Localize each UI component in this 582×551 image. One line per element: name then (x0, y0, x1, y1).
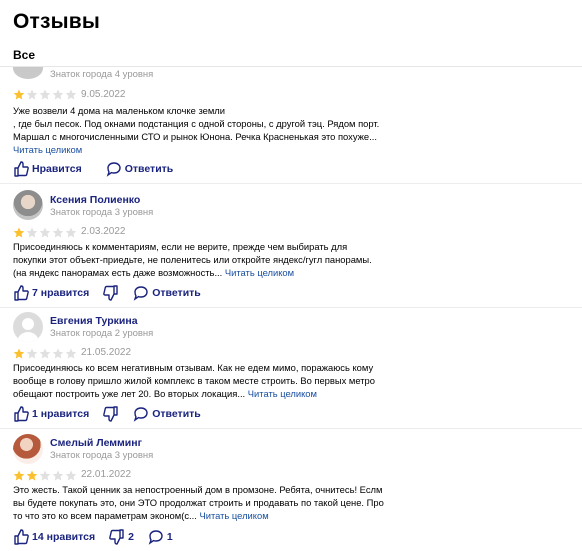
like-button[interactable]: Нравится (13, 161, 82, 177)
thumbs-up-icon (14, 161, 29, 177)
dislike-button[interactable] (103, 406, 119, 422)
star-empty-icon (65, 470, 77, 481)
tab-all[interactable]: Все (13, 48, 35, 62)
rating-stars (13, 470, 77, 481)
thumbs-down-icon (103, 406, 118, 422)
comment-icon (106, 162, 121, 177)
read-more-link[interactable]: Читать целиком (225, 267, 294, 278)
review-date: 9.05.2022 (81, 89, 126, 100)
avatar[interactable] (13, 434, 43, 464)
comment-icon (133, 286, 148, 301)
star-filled-icon (13, 348, 25, 359)
read-more-link[interactable]: Читать целиком (248, 388, 317, 399)
review-text: Это жесть. Такой ценник за непостроенный… (13, 484, 384, 521)
default-avatar-icon (17, 318, 39, 342)
like-label: 7 нравится (32, 287, 90, 299)
star-empty-icon (26, 348, 38, 359)
star-empty-icon (39, 348, 51, 359)
author-name[interactable]: Ксения Полиенко (50, 194, 140, 206)
star-filled-icon (13, 227, 25, 238)
tabs-divider (0, 66, 582, 67)
author-name[interactable]: Евгения Туркина (50, 315, 138, 327)
review-text: Присоединяюсь ко всем негативным отзывам… (13, 362, 375, 399)
star-empty-icon (52, 89, 64, 100)
like-label: Нравится (32, 163, 82, 175)
star-empty-icon (52, 227, 64, 238)
comments-button[interactable]: 1 (148, 529, 173, 545)
author-level: Знаток города 3 уровня (50, 207, 154, 218)
reply-label: Ответить (124, 163, 174, 175)
rating-stars (13, 348, 77, 359)
rating-stars (13, 89, 77, 100)
read-more-link[interactable]: Читать целиком (199, 510, 268, 521)
star-empty-icon (65, 348, 77, 359)
review-text: Уже возвели 4 дома на маленьком клочке з… (13, 104, 398, 156)
review-divider (0, 428, 582, 429)
star-filled-icon (13, 89, 25, 100)
star-empty-icon (65, 89, 77, 100)
review-actions: 1 нравится Ответить (13, 405, 215, 423)
star-empty-icon (65, 227, 77, 238)
page-title: Отзывы (13, 10, 101, 33)
read-more-link[interactable]: Читать целиком (13, 143, 398, 156)
star-empty-icon (39, 89, 51, 100)
thumbs-up-icon (14, 406, 29, 422)
star-empty-icon (39, 470, 51, 481)
comment-icon (133, 407, 148, 422)
dislike-button[interactable]: 2 (109, 529, 134, 545)
review-actions: Нравится Ответить (13, 160, 187, 178)
reply-label: Ответить (152, 287, 201, 299)
like-button[interactable]: 1 нравится (13, 406, 89, 422)
star-empty-icon (52, 470, 64, 481)
review-date: 2.03.2022 (81, 226, 126, 237)
dislike-button[interactable] (103, 285, 119, 301)
dislike-count: 2 (128, 531, 134, 543)
author-level: Знаток города 4 уровня (50, 69, 154, 80)
author-level: Знаток города 3 уровня (50, 450, 154, 461)
author-name[interactable]: Смелый Лемминг (50, 437, 142, 449)
star-filled-icon (26, 470, 38, 481)
review-divider (0, 183, 582, 184)
review-actions: 14 нравится 2 1 (13, 528, 187, 546)
star-empty-icon (26, 227, 38, 238)
thumbs-up-icon (14, 529, 29, 545)
star-filled-icon (13, 470, 25, 481)
author-level: Знаток города 2 уровня (50, 328, 154, 339)
thumbs-up-icon (14, 285, 29, 301)
review-date: 22.01.2022 (81, 469, 132, 480)
review-date: 21.05.2022 (81, 347, 132, 358)
star-empty-icon (39, 227, 51, 238)
like-button[interactable]: 14 нравится (13, 529, 95, 545)
reply-label: Ответить (152, 408, 201, 420)
thumbs-down-icon (109, 529, 124, 545)
comment-icon (148, 530, 163, 545)
review-actions: 7 нравится Ответить (13, 284, 215, 302)
review-text: Присоединяюсь к комментариям, если не ве… (13, 241, 372, 278)
reply-button[interactable]: Ответить (106, 161, 174, 177)
star-empty-icon (52, 348, 64, 359)
reply-button[interactable]: Ответить (133, 406, 201, 422)
like-button[interactable]: 7 нравится (13, 285, 89, 301)
star-empty-icon (26, 89, 38, 100)
review-divider (0, 307, 582, 308)
like-label: 1 нравится (32, 408, 90, 420)
comment-count: 1 (166, 531, 173, 543)
thumbs-down-icon (103, 285, 118, 301)
like-label: 14 нравится (32, 531, 96, 543)
rating-stars (13, 227, 77, 238)
avatar[interactable] (13, 312, 43, 342)
reply-button[interactable]: Ответить (133, 285, 201, 301)
avatar[interactable] (13, 190, 43, 220)
